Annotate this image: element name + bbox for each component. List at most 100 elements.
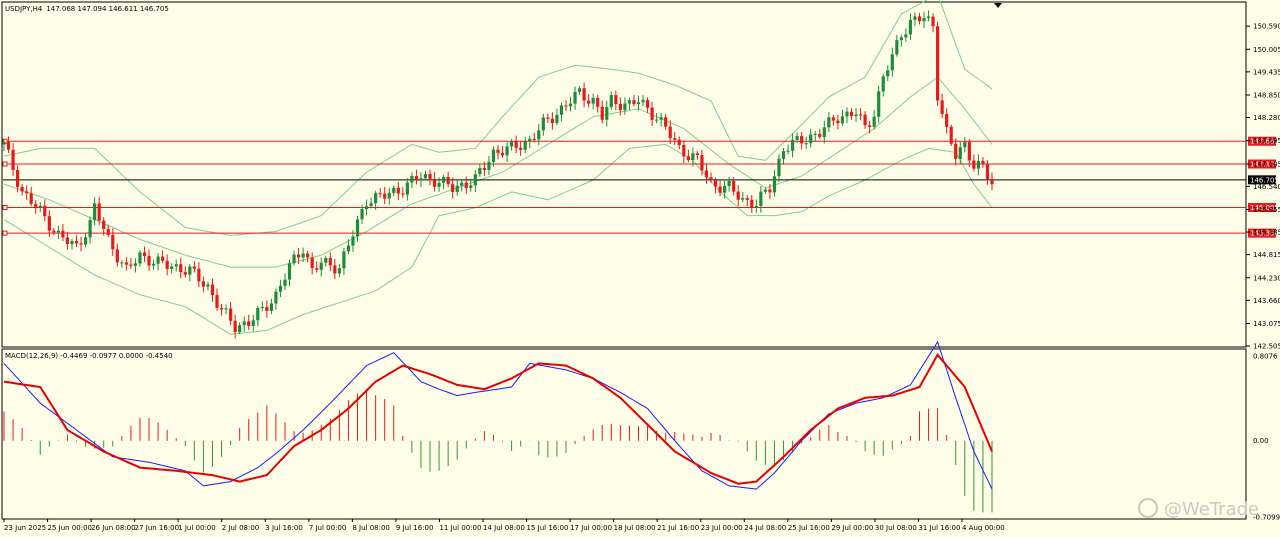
candle bbox=[537, 123, 541, 146]
price-axis: 150.590 150.005 149.435 148.850 148.280 147.6… bbox=[1246, 23, 1280, 522]
candle bbox=[93, 197, 97, 226]
candle bbox=[206, 281, 210, 291]
time-tick-label: 26 Jun 08:00 bbox=[91, 524, 135, 532]
candle bbox=[274, 288, 278, 310]
candle bbox=[786, 144, 790, 155]
candle bbox=[392, 185, 396, 197]
candle bbox=[904, 28, 908, 42]
time-tick-label: 30 Jul 08:00 bbox=[875, 524, 917, 532]
candle bbox=[519, 141, 523, 156]
candle bbox=[704, 163, 709, 184]
time-tick-label: 18 Jul 08:00 bbox=[614, 524, 656, 532]
candle bbox=[401, 186, 405, 198]
watermark-text: @WeTrade bbox=[1164, 499, 1259, 520]
shift-marker-icon[interactable] bbox=[994, 3, 1002, 8]
candle bbox=[745, 195, 749, 207]
candle bbox=[877, 85, 881, 124]
candle bbox=[34, 200, 38, 215]
candle bbox=[500, 146, 505, 158]
candle bbox=[428, 169, 432, 186]
candle bbox=[763, 187, 767, 194]
candle bbox=[74, 235, 79, 248]
candle bbox=[718, 180, 722, 197]
candle bbox=[337, 263, 341, 278]
candle bbox=[954, 138, 958, 166]
price-panel-frame bbox=[1, 1, 1247, 348]
candle bbox=[238, 322, 242, 335]
candle bbox=[945, 108, 949, 134]
candle bbox=[990, 172, 994, 190]
candle bbox=[405, 178, 409, 201]
candle bbox=[655, 113, 659, 124]
candle bbox=[197, 262, 201, 288]
candle bbox=[568, 96, 573, 112]
candle bbox=[949, 124, 953, 146]
price-tick-label: 148.850 bbox=[1253, 91, 1280, 99]
price-tick-label: 145.955 bbox=[1253, 206, 1280, 214]
candle bbox=[863, 111, 867, 130]
candle bbox=[577, 85, 582, 95]
candle bbox=[396, 181, 400, 201]
candle bbox=[967, 139, 971, 167]
candle bbox=[546, 113, 550, 123]
candle bbox=[514, 135, 518, 154]
candle bbox=[256, 306, 260, 327]
candle bbox=[446, 171, 450, 187]
macd-header: MACD(12,26,9) -0.4469 -0.0977 0.0000 -0.… bbox=[5, 352, 173, 360]
candle bbox=[43, 199, 47, 222]
candle bbox=[940, 93, 944, 119]
candle bbox=[854, 108, 858, 122]
candle bbox=[464, 176, 468, 194]
time-axis: 23 Jun 2025 25 Jun 00:00 26 Jun 08:00 27 Ju… bbox=[3, 519, 1005, 532]
band-lower bbox=[3, 143, 993, 335]
chart-canvas[interactable]: 147.681147.105146.005145.358146.705 150.… bbox=[0, 0, 1280, 537]
candle bbox=[201, 276, 206, 293]
level-handle[interactable] bbox=[2, 161, 8, 167]
candle bbox=[541, 113, 545, 136]
price-tick-label: 142.505 bbox=[1253, 343, 1280, 351]
time-tick-label: 31 Jul 16:00 bbox=[918, 524, 960, 532]
level-handle[interactable] bbox=[2, 205, 8, 211]
candle bbox=[328, 252, 332, 272]
price-tick-label: 144.815 bbox=[1253, 251, 1280, 259]
candle bbox=[550, 112, 554, 130]
time-tick-label: 25 Jun 00:00 bbox=[48, 524, 92, 532]
candle bbox=[827, 112, 831, 132]
candle bbox=[179, 257, 183, 279]
level-handle[interactable] bbox=[2, 230, 8, 236]
time-tick-label: 23 Jul 00:00 bbox=[701, 524, 743, 532]
candle bbox=[247, 314, 251, 331]
candle bbox=[523, 136, 527, 154]
macd-line bbox=[3, 340, 993, 490]
candle bbox=[106, 224, 110, 238]
candle bbox=[210, 278, 215, 302]
candle bbox=[269, 298, 273, 315]
candle bbox=[38, 201, 42, 213]
candle bbox=[772, 169, 777, 197]
candle bbox=[582, 82, 586, 108]
candle bbox=[83, 232, 88, 248]
candle bbox=[800, 131, 804, 150]
candle bbox=[913, 12, 917, 26]
candle bbox=[215, 288, 219, 311]
candle bbox=[133, 258, 138, 273]
candle bbox=[478, 164, 482, 177]
horizontal-levels[interactable]: 147.681147.105146.005145.358146.705 bbox=[2, 136, 1279, 238]
price-tick-label: 150.005 bbox=[1253, 46, 1280, 54]
candle bbox=[278, 279, 283, 298]
candle bbox=[115, 243, 119, 267]
candle bbox=[287, 259, 292, 287]
candle bbox=[759, 186, 763, 213]
candle bbox=[156, 253, 160, 271]
candle bbox=[636, 95, 641, 111]
candle bbox=[564, 100, 568, 111]
candle bbox=[56, 225, 60, 240]
candle bbox=[849, 108, 854, 120]
price-tick-label: 143.660 bbox=[1253, 297, 1280, 305]
candle bbox=[142, 246, 147, 263]
watermark: @WeTrade bbox=[1138, 498, 1259, 520]
time-tick-label: 23 Jun 2025 bbox=[4, 524, 46, 532]
candle bbox=[442, 174, 446, 190]
candle bbox=[61, 224, 65, 242]
time-tick-label: 14 Jul 08:00 bbox=[483, 524, 525, 532]
